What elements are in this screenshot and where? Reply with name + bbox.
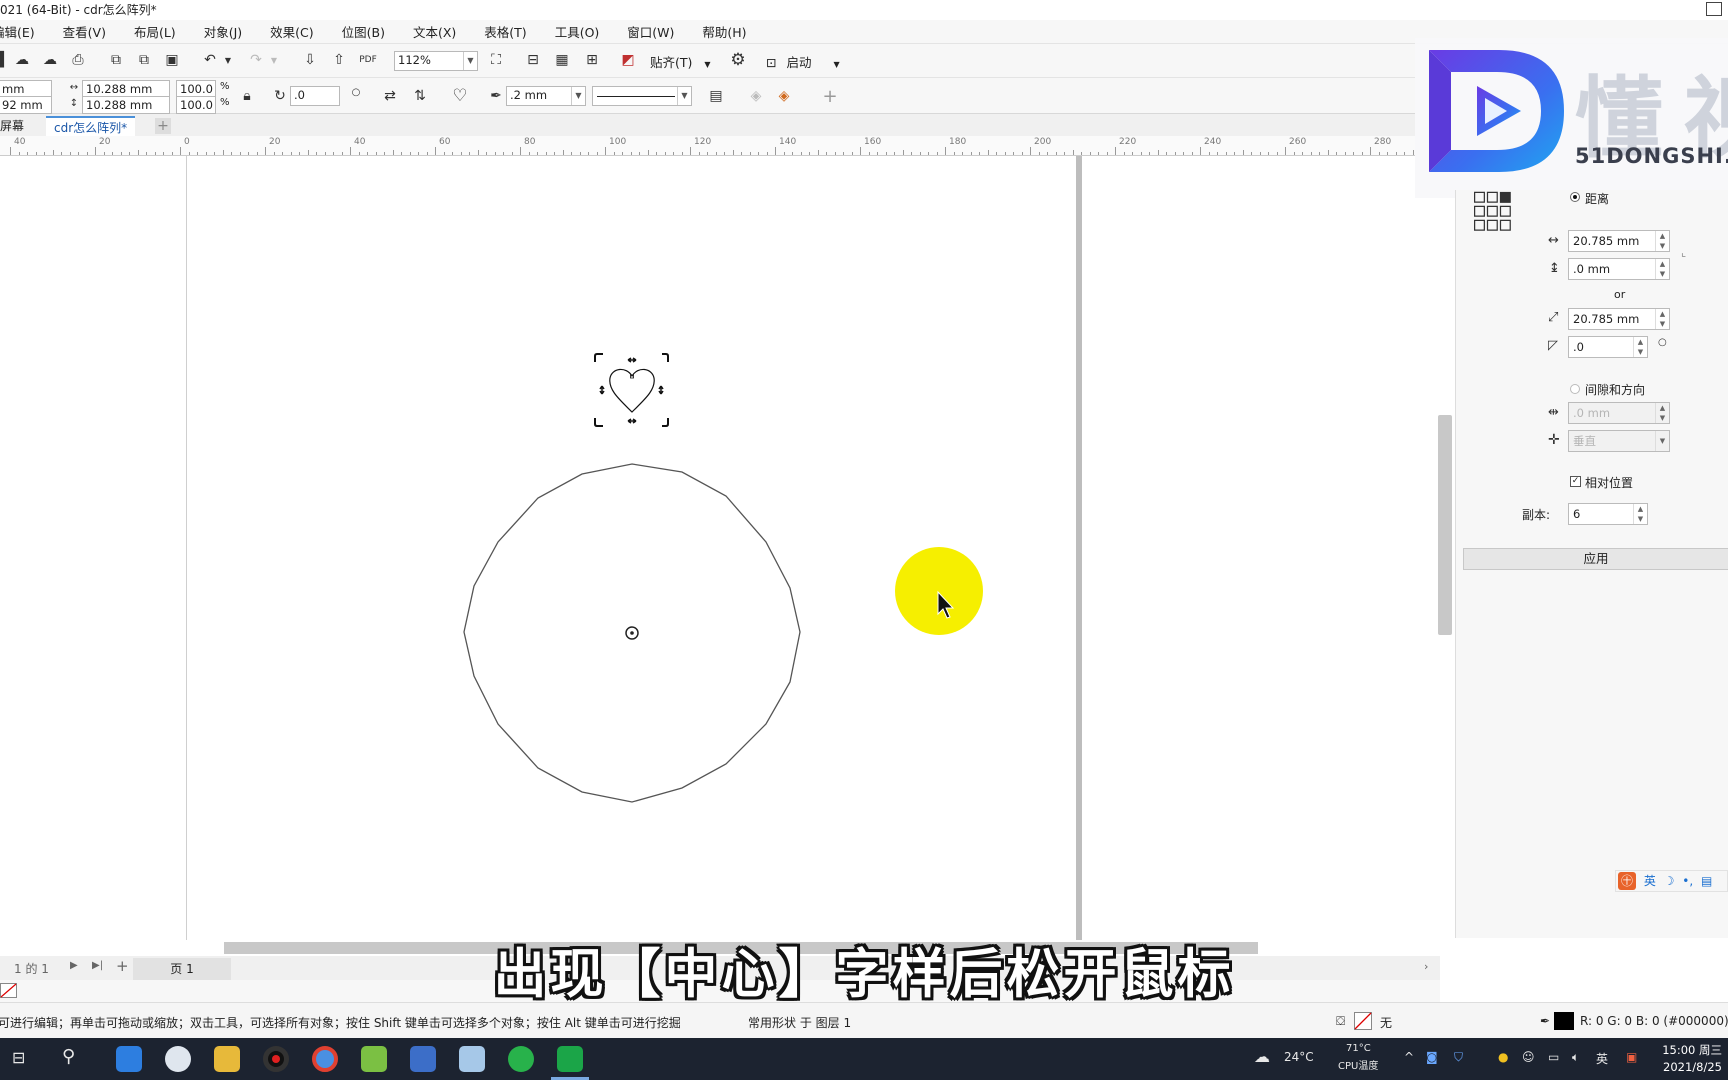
offset-x-value: 20.785 mm: [1573, 234, 1640, 248]
direction-icon: ✛: [1548, 432, 1560, 448]
documents-app-icon[interactable]: [410, 1046, 436, 1072]
selected-heart[interactable]: [594, 353, 669, 427]
search-icon[interactable]: ⚲: [62, 1046, 75, 1067]
spinner-arrows-icon[interactable]: ▲ ▼: [1655, 403, 1669, 423]
spinner-arrows-icon[interactable]: ▲ ▼: [1633, 504, 1647, 524]
watermark-logo: 懂视 51DONGSHI.C: [1415, 38, 1728, 198]
clock[interactable]: 15:00 周三 2021/8/25: [1662, 1042, 1722, 1076]
vertical-offset-icon: ↨: [1549, 261, 1560, 276]
shield-icon[interactable]: ⛉: [1454, 1050, 1463, 1065]
ime-logo-icon[interactable]: ㊉: [1618, 872, 1636, 890]
file-explorer-icon[interactable]: [214, 1046, 240, 1072]
spinner-arrows-icon[interactable]: ▲ ▼: [1655, 309, 1669, 329]
fill-bucket-icon[interactable]: ⛋: [1336, 1014, 1345, 1029]
tray-expand-icon[interactable]: ^: [1404, 1050, 1414, 1064]
angle-value: .0: [1573, 340, 1584, 354]
distance-value: 20.785 mm: [1573, 312, 1640, 326]
direction-value: 垂直: [1573, 434, 1596, 448]
offset-y-field[interactable]: .0 mm ▲ ▼: [1568, 258, 1670, 280]
copies-label: 副本:: [1522, 508, 1551, 522]
spinner-arrows-icon[interactable]: ▲ ▼: [1655, 231, 1669, 251]
chevron-down-icon: ▼: [1655, 431, 1669, 451]
gap-direction-label: 间隙和方向: [1585, 383, 1646, 397]
status-bar: 可进行编辑；再单击可拖动或缩放；双击工具，可选择所有对象；按住 Shift 键单…: [0, 1002, 1728, 1038]
clock-date: 2021/8/25: [1663, 1060, 1722, 1074]
status-object: 常用形状 于 图层 1: [748, 1016, 852, 1030]
outline-pen-icon[interactable]: ✒: [1540, 1014, 1550, 1028]
or-label: or: [1614, 288, 1626, 301]
punctuation-icon[interactable]: •,: [1682, 874, 1693, 888]
horizontal-offset-icon: ↔: [1548, 233, 1559, 248]
distance-field[interactable]: 20.785 mm ▲ ▼: [1568, 308, 1670, 330]
ime-settings-icon[interactable]: ▣: [1626, 1050, 1637, 1064]
copies-field[interactable]: 6 ▲ ▼: [1568, 503, 1648, 525]
record-app-icon[interactable]: [263, 1046, 289, 1072]
tray-app2-icon[interactable]: ●: [1498, 1050, 1508, 1064]
video-subtitle: 出现【中心】字样后松开鼠标: [493, 944, 1235, 1005]
gap-field[interactable]: .0 mm ▲ ▼: [1568, 402, 1670, 424]
offset-x-field[interactable]: 20.785 mm ▲ ▼: [1568, 230, 1670, 252]
keyboard-icon[interactable]: ▤: [1701, 874, 1712, 888]
angle-field[interactable]: .0 ▲ ▼: [1568, 336, 1648, 358]
notes-app-icon[interactable]: [459, 1046, 485, 1072]
spinner-arrows-icon[interactable]: ▲ ▼: [1633, 337, 1647, 357]
logo-play-icon: [1429, 50, 1564, 172]
feishu-app-icon[interactable]: [116, 1046, 142, 1072]
fill-none-label: 无: [1380, 1016, 1393, 1030]
relative-position-label: 相对位置: [1585, 476, 1634, 490]
cpu-label: CPU温度: [1338, 1061, 1379, 1072]
copies-value: 6: [1573, 507, 1581, 521]
volume-icon[interactable]: 🔈︎: [1572, 1050, 1579, 1065]
direction-select[interactable]: 垂直 ▼: [1568, 430, 1670, 452]
apply-button[interactable]: 应用: [1463, 548, 1728, 570]
ime-lang[interactable]: 英: [1644, 874, 1656, 888]
user-icon[interactable]: ☺: [1522, 1050, 1535, 1064]
cpu-temp: 71°C: [1346, 1043, 1371, 1054]
ime-toolbar: ㊉ 英 ☽ •, ▤: [1615, 870, 1728, 892]
logo-text-en: 51DONGSHI.C: [1575, 144, 1728, 168]
task-view-icon[interactable]: ⊟: [12, 1048, 25, 1067]
color-readout: R: 0 G: 0 B: 0 (#000000): [1580, 1014, 1728, 1028]
link-bracket-icon[interactable]: ⌞: [1681, 246, 1686, 259]
coreldraw-palette-icon[interactable]: [361, 1046, 387, 1072]
wechat-icon[interactable]: [508, 1046, 534, 1072]
spinner-arrows-icon[interactable]: ▲ ▼: [1655, 259, 1669, 279]
weather-cloud-icon[interactable]: ☁: [1254, 1047, 1270, 1066]
status-hint: 可进行编辑；再单击可拖动或缩放；双击工具，可选择所有对象；按住 Shift 键单…: [0, 1016, 681, 1030]
clock-time: 15:00 周三: [1662, 1043, 1722, 1057]
grid-layout-icon[interactable]: ▫▫▪ ▫▫▫ ▫▫▫: [1472, 186, 1513, 236]
distance-icon: ⤢: [1548, 310, 1559, 325]
moon-icon[interactable]: ☽: [1664, 874, 1675, 888]
drawing-layer: [463, 353, 801, 803]
offset-y-value: .0 mm: [1573, 262, 1611, 276]
distance-radio[interactable]: [1570, 192, 1580, 202]
gap-direction-radio[interactable]: [1570, 384, 1580, 394]
browser-app-icon[interactable]: [165, 1046, 191, 1072]
window-button[interactable]: [1706, 2, 1722, 16]
distance-label: 距离: [1585, 192, 1610, 206]
gap-value: .0 mm: [1573, 406, 1611, 420]
gap-icon: ⇹: [1548, 405, 1559, 420]
center-dot: [630, 631, 634, 635]
angle-icon: ◸: [1548, 338, 1558, 353]
vertical-scrollbar[interactable]: [1438, 415, 1452, 635]
mouse-cursor-icon: [937, 590, 955, 619]
step-repeat-docker: ▫▫▪ ▫▫▫ ▫▫▫ 距离 ↔ 20.785 mm ▲ ▼ ↨ .0 mm ▲ ▼ ⌞ o…: [1455, 186, 1728, 938]
network-icon[interactable]: ▭: [1548, 1050, 1559, 1064]
degree-icon: ○: [1658, 337, 1667, 348]
windows-taskbar: ⊟ ⚲ ☁ 24°C 71°C CPU温度 ^ ◙ ⛉ ● ☺ ▭ 🔈︎ 英 ▣…: [0, 1038, 1728, 1080]
weather-temp: 24°C: [1284, 1050, 1314, 1064]
coreldraw-icon[interactable]: [551, 1046, 589, 1080]
tray-ime[interactable]: 英: [1596, 1050, 1608, 1067]
relative-position-checkbox[interactable]: ✓: [1570, 476, 1581, 487]
fill-none-swatch-icon: [1354, 1012, 1372, 1030]
tray-app-icon[interactable]: ◙: [1426, 1050, 1438, 1064]
outline-color-swatch[interactable]: [1554, 1012, 1574, 1030]
chrome-icon[interactable]: [312, 1046, 338, 1072]
